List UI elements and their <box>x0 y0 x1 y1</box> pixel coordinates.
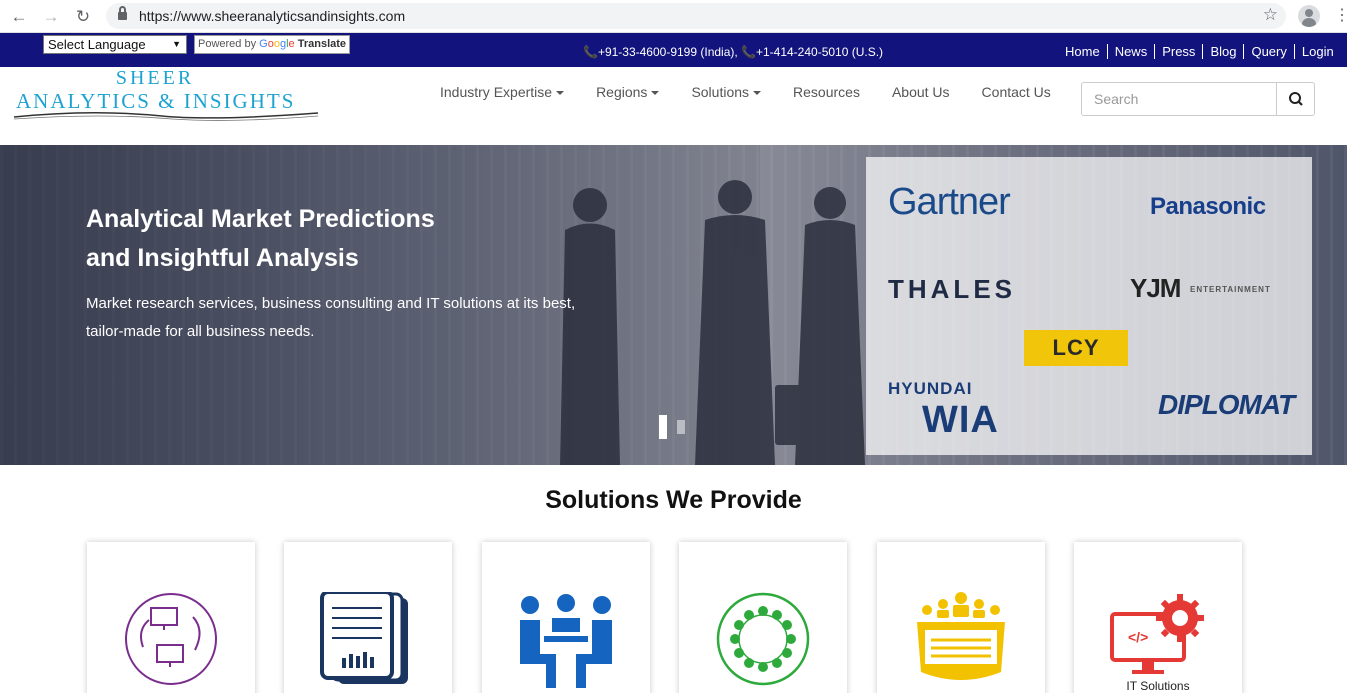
url-text[interactable]: https://www.sheeranalyticsandinsights.co… <box>139 8 405 24</box>
logo-top-text: SHEER <box>115 67 195 89</box>
bookmark-star-icon[interactable]: ☆ <box>1263 5 1278 25</box>
nav-regions[interactable]: Regions <box>580 84 675 100</box>
translate-text: Translate <box>297 38 347 50</box>
panasonic-logo: Panasonic <box>1150 193 1266 220</box>
nav-about-us[interactable]: About Us <box>876 84 966 100</box>
nav-label: Solutions <box>691 84 750 100</box>
toplink-news[interactable]: News <box>1106 44 1155 59</box>
toplink-blog[interactable]: Blog <box>1202 44 1243 59</box>
nav-label: Regions <box>596 84 648 100</box>
wia-logo: WIA <box>922 399 999 441</box>
phone-numbers: 📞+91-33-4600-9199 (India), 📞+1-414-240-5… <box>583 45 884 59</box>
caret-down-icon <box>651 91 660 96</box>
language-select-value: Select Language <box>48 37 146 52</box>
toplink-login[interactable]: Login <box>1293 44 1341 59</box>
hero-subtitle-line1: Market research services, business consu… <box>86 295 576 312</box>
nav-resources[interactable]: Resources <box>777 84 876 100</box>
it-code-gear-icon: </> <box>1110 594 1204 674</box>
top-links: Home News Press Blog Query Login <box>1058 44 1341 59</box>
powered-by-text: Powered by <box>198 38 257 50</box>
hero-title-line1: Analytical Market Predictions <box>86 205 435 233</box>
carousel-indicator-1[interactable] <box>659 415 667 439</box>
caret-down-icon <box>556 91 565 96</box>
hero-subtitle: Market research services, business consu… <box>86 290 586 346</box>
back-arrow-icon[interactable]: ← <box>8 6 30 28</box>
yjm-logo: YJM <box>1130 273 1181 303</box>
hero-carousel: Analytical Market Predictions and Insigh… <box>0 145 1347 465</box>
gartner-logo: Gartner <box>888 181 1011 223</box>
solution-card-label: IT Solutions <box>1126 679 1190 693</box>
nav-label: Resources <box>793 84 860 100</box>
nav-label: Industry Expertise <box>440 84 553 100</box>
search-input[interactable] <box>1082 83 1277 115</box>
google-translate-credit[interactable]: Powered by Google Translate <box>194 35 351 54</box>
client-logos-panel: Gartner Panasonic THALES YJM ENTERTAINME… <box>866 157 1312 455</box>
solution-card-4[interactable] <box>679 542 847 693</box>
browser-menu-icon[interactable]: ⋮ <box>1334 6 1347 26</box>
solution-card-6[interactable]: </> IT Solutions <box>1074 542 1242 693</box>
lcy-logo: LCY <box>1024 330 1128 366</box>
hyundai-logo: HYUNDAI <box>888 379 973 398</box>
conference-table-icon <box>917 592 1005 680</box>
hero-subtitle-line2: tailor-made for all business needs. <box>86 323 315 340</box>
nav-label: About Us <box>891 84 950 100</box>
nav-contact-us[interactable]: Contact Us <box>966 84 1067 100</box>
address-bar[interactable]: https://www.sheeranalyticsandinsights.co… <box>106 3 1286 29</box>
toplink-query[interactable]: Query <box>1243 44 1293 59</box>
language-select[interactable]: Select Language ▼ <box>43 35 187 54</box>
top-info-bar: Select Language ▼ Powered by Google Tran… <box>0 33 1347 67</box>
nav-solutions[interactable]: Solutions <box>675 84 777 100</box>
site-logo[interactable]: SHEER ANALYTICS & INSIGHTS <box>12 67 322 127</box>
solutions-heading: Solutions We Provide <box>545 486 802 514</box>
diplomat-logo: DIPLOMAT <box>1158 389 1295 420</box>
network-circle-icon <box>716 592 810 686</box>
profile-avatar-icon[interactable] <box>1298 5 1320 27</box>
solution-card-3[interactable] <box>482 542 650 693</box>
nav-industry-expertise[interactable]: Industry Expertise <box>424 84 580 100</box>
report-document-icon <box>320 592 408 684</box>
yjm-entertainment-text: ENTERTAINMENT <box>1190 285 1271 294</box>
forward-arrow-icon[interactable]: → <box>40 6 62 28</box>
team-meeting-icon <box>520 594 612 688</box>
dropdown-arrow-icon: ▼ <box>172 39 181 49</box>
toplink-press[interactable]: Press <box>1154 44 1202 59</box>
caret-down-icon <box>753 91 762 96</box>
solution-card-2[interactable] <box>284 542 452 693</box>
browser-toolbar: ← → ↻ https://www.sheeranalyticsandinsig… <box>0 0 1347 33</box>
solution-card-5[interactable] <box>877 542 1045 693</box>
logo-swoosh-icon <box>13 111 319 121</box>
search-button[interactable] <box>1276 83 1314 115</box>
carousel-indicator-2[interactable] <box>677 420 685 434</box>
hero-title: Analytical Market Predictions and Insigh… <box>86 200 546 278</box>
search-box <box>1081 82 1315 116</box>
reload-icon[interactable]: ↻ <box>72 6 94 28</box>
computer-sync-icon <box>125 593 217 685</box>
svg-text:</>: </> <box>1128 629 1148 645</box>
main-navigation: Industry Expertise Regions Solutions Res… <box>424 84 1067 100</box>
thales-logo: THALES <box>888 274 1016 304</box>
search-icon <box>1289 92 1303 106</box>
lock-icon <box>118 6 127 21</box>
google-logo-icon: Google <box>259 38 295 50</box>
site-header: SHEER ANALYTICS & INSIGHTS Industry Expe… <box>0 67 1347 145</box>
solution-card-1[interactable] <box>87 542 255 693</box>
nav-label: Contact Us <box>981 84 1051 100</box>
hero-title-line2: and Insightful Analysis <box>86 244 359 272</box>
toplink-home[interactable]: Home <box>1058 44 1107 59</box>
